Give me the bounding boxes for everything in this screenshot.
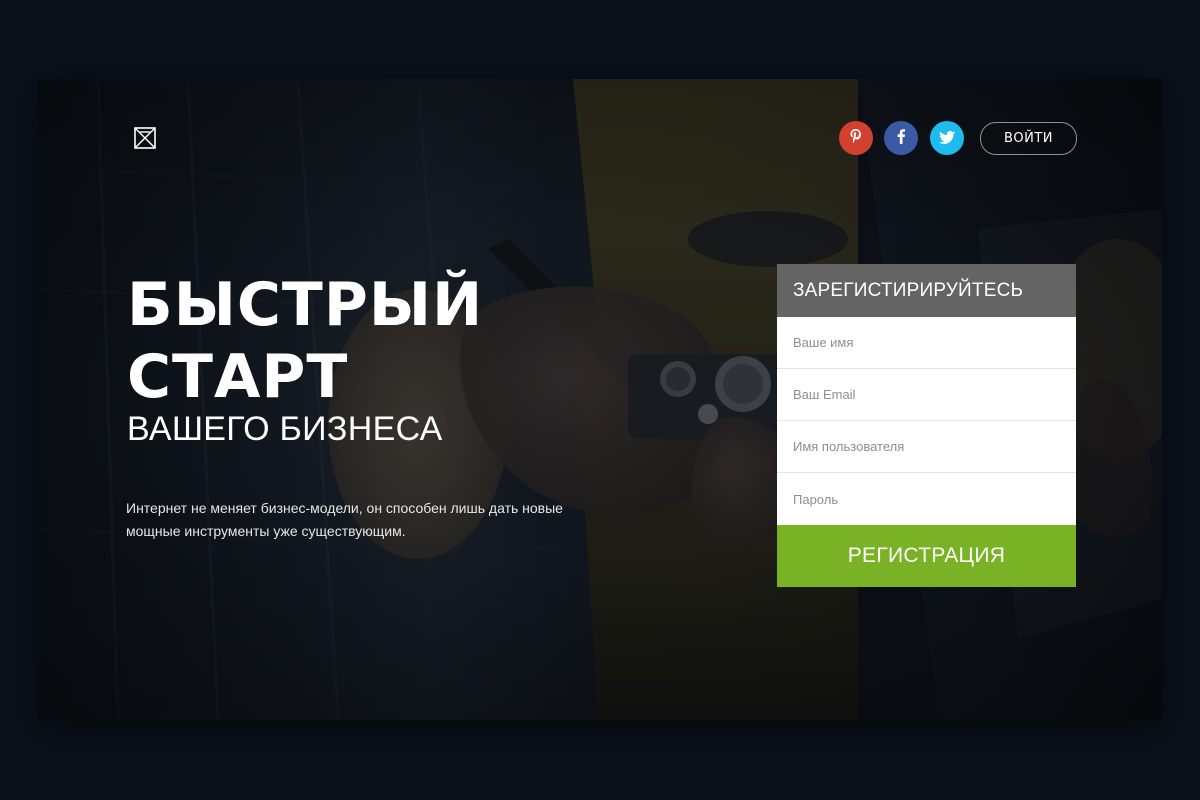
crossed-box-logo-icon[interactable]	[134, 127, 156, 149]
facebook-button[interactable]	[884, 121, 918, 155]
hero-section: ВОЙТИ БЫСТРЫЙ СТАРТ ВАШЕГО БИЗНЕСА Интер…	[38, 79, 1162, 720]
email-field[interactable]	[777, 369, 1076, 421]
register-button[interactable]: РЕГИСТРАЦИЯ	[777, 525, 1076, 587]
pinterest-button[interactable]	[839, 121, 873, 155]
signup-form-title: ЗАРЕГИСТИРИРУЙТЕСЬ	[777, 264, 1076, 317]
twitter-button[interactable]	[930, 121, 964, 155]
hero-description: Интернет не меняет бизнес-модели, он спо…	[126, 500, 563, 539]
twitter-icon	[939, 129, 955, 148]
facebook-icon	[896, 128, 906, 148]
page: ВОЙТИ БЫСТРЫЙ СТАРТ ВАШЕГО БИЗНЕСА Интер…	[0, 0, 1200, 800]
name-field[interactable]	[777, 317, 1076, 369]
pinterest-icon	[849, 128, 863, 148]
signup-form: ЗАРЕГИСТИРИРУЙТЕСЬ РЕГИСТРАЦИЯ	[777, 264, 1076, 587]
hero-title-line-1: БЫСТРЫЙ	[127, 270, 484, 340]
login-button[interactable]: ВОЙТИ	[980, 122, 1077, 155]
username-field[interactable]	[777, 421, 1076, 473]
hero-title: БЫСТРЫЙ СТАРТ	[127, 269, 483, 413]
password-field[interactable]	[777, 473, 1076, 525]
hero-subtitle: ВАШЕГО БИЗНЕСА	[127, 410, 443, 448]
hero-title-line-2: СТАРТ	[127, 342, 349, 412]
